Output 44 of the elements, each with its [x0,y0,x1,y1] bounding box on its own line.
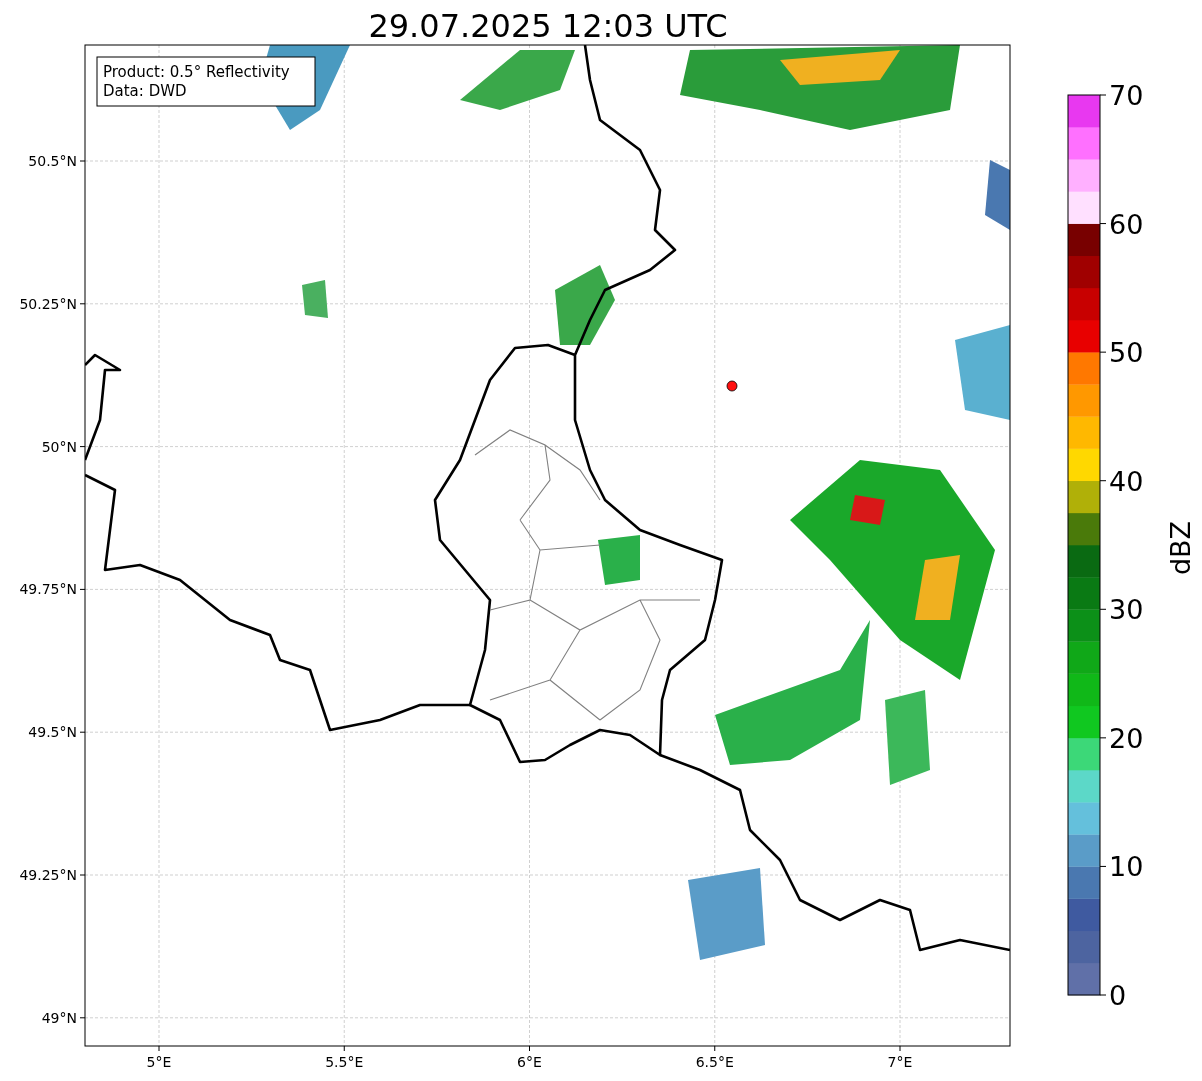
tick-mark [714,1045,716,1052]
chart-title: 29.07.2025 12:03 UTC [368,7,728,45]
tick-mark [1099,737,1107,739]
tick-mark [1099,994,1107,996]
axis-tick-label: 5°E [146,1054,172,1070]
tick-mark [1099,223,1107,225]
tick-mark [1099,351,1107,353]
colorbar-tick-label: 60 [1109,208,1144,240]
tick-mark [79,874,86,876]
tick-mark [1099,865,1107,867]
colorbar-tick-label: 70 [1109,80,1144,111]
tick-mark [1099,608,1107,610]
axis-tick-label: 6°E [517,1054,542,1070]
axis-tick-label: 49.75°N [19,581,77,598]
tick-mark [529,1045,530,1052]
tick-mark [79,303,86,305]
tick-mark [1099,480,1107,482]
colorbar-tick-label: 30 [1109,594,1144,626]
tick-mark [79,446,86,448]
tick-mark [1099,94,1107,96]
axis-tick-label: 49.25°N [19,867,77,883]
tick-mark [158,1045,160,1052]
axis-tick-label: 49°N [41,1009,77,1026]
colorbar-label: dBZ [1165,520,1196,576]
tick-mark [79,160,86,162]
axis-tick-label: 50.25°N [19,295,77,312]
axis-tick-label: 50°N [41,438,77,455]
axis-tick-label: 50.5°N [28,153,77,169]
tick-mark [899,1045,901,1052]
colorbar-tick-label: 0 [1109,980,1127,1011]
colorbar-tick-label: 50 [1109,337,1144,369]
tick-mark [79,588,86,590]
axis-tick-label: 5.5°E [325,1054,364,1070]
colorbar-tick-label: 40 [1109,465,1144,497]
axis-tick-label: 6.5°E [695,1054,734,1070]
tick-mark [79,1017,86,1019]
axis-tick-label: 7°E [887,1054,913,1070]
colorbar-tick-label: 20 [1109,722,1144,754]
colorbar-tick-label: 10 [1109,851,1144,883]
annotation-box: Product: 0.5° Reflectivity Data: DWD [96,56,316,107]
tick-mark [79,731,86,733]
tick-mark [343,1045,345,1052]
axis-tick-label: 49.5°N [28,724,77,741]
radar-site-marker [726,380,738,392]
